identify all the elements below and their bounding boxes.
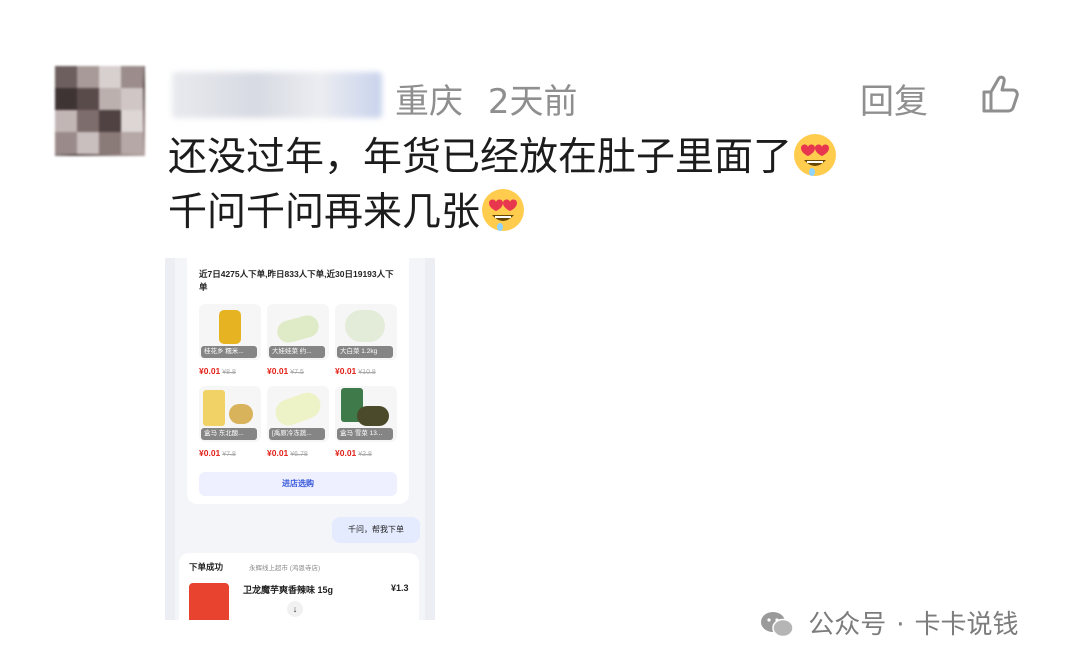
thumbs-up-icon[interactable] — [978, 72, 1022, 116]
arrow-down-icon[interactable]: ↓ — [287, 601, 303, 617]
order-store: 永辉线上超市 (鸿恩寺店) — [249, 565, 321, 572]
comment-line-2: 千问千问再来几张 — [168, 185, 838, 240]
comment-location: 重庆 — [395, 82, 463, 122]
order-product-price: ¥1.3 — [391, 583, 409, 593]
user-message-bubble: 千问，帮我下单 — [332, 517, 420, 543]
heart-eyes-emoji-icon — [482, 189, 525, 231]
order-card[interactable]: 下单成功 永辉线上超市 (鸿恩寺店) 卫龙魔芋爽香辣味 15g ¥1.3 ↓ — [179, 553, 419, 620]
order-product-name: 卫龙魔芋爽香辣味 15g — [243, 585, 334, 595]
screenshot-right-edge — [425, 258, 435, 620]
comment-meta: 重庆 2天前 — [395, 74, 591, 123]
product-item[interactable]: [禹原冷冻蔬... ¥0.01 ¥6.78 — [267, 386, 329, 458]
username-blurred[interactable] — [172, 72, 382, 118]
product-item[interactable]: 大娃娃菜 约... ¥0.01 ¥7.5 — [267, 304, 329, 376]
heart-eyes-emoji-icon — [794, 134, 837, 176]
watermark: 公众号 · 卡卡说钱 — [760, 604, 1019, 641]
comment-text: 还没过年，年货已经放在肚子里面了 千问千问再来几张 — [168, 130, 838, 240]
product-card: 近7日4275人下单,昨日833人下单,近30日19193人下单 桂花乡 糯米.… — [187, 258, 409, 504]
order-product-image — [189, 583, 229, 620]
shop-button[interactable]: 进店选购 — [199, 472, 397, 496]
comment-line-1: 还没过年，年货已经放在肚子里面了 — [168, 130, 838, 185]
product-item[interactable]: 盒马 东北酸... ¥0.01 ¥7.8 — [199, 386, 261, 458]
product-item[interactable]: 桂花乡 糯米... ¥0.01 ¥8.8 — [199, 304, 261, 376]
product-item[interactable]: 盒马 雪菜 13... ¥0.01 ¥2.8 — [335, 386, 397, 458]
comment-time: 2天前 — [487, 82, 578, 122]
screenshot-left-edge — [165, 258, 175, 620]
wechat-icon — [761, 612, 794, 638]
product-item[interactable]: 大白菜 1.2kg ¥0.01 ¥10.8 — [335, 304, 397, 376]
user-avatar[interactable] — [55, 66, 145, 156]
order-stats-text: 近7日4275人下单,昨日833人下单,近30日19193人下单 — [199, 269, 394, 292]
attached-screenshot[interactable]: 近7日4275人下单,昨日833人下单,近30日19193人下单 桂花乡 糯米.… — [165, 258, 435, 620]
order-status: 下单成功 — [189, 562, 224, 572]
reply-button[interactable]: 回复 — [860, 74, 928, 123]
